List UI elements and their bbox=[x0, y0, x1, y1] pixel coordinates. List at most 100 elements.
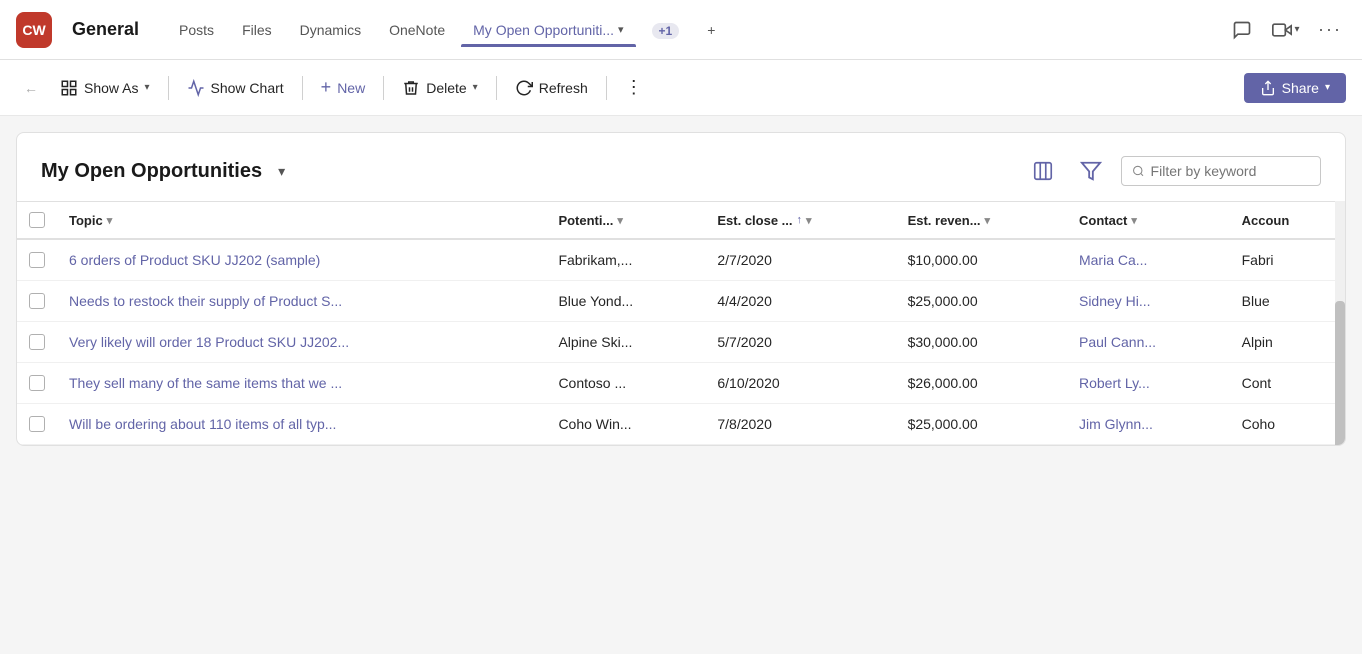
row-topic[interactable]: 6 orders of Product SKU JJ202 (sample) bbox=[57, 239, 546, 281]
view-title: My Open Opportunities bbox=[41, 160, 262, 183]
opportunities-table: Topic ▾ Potenti... ▾ bbox=[17, 201, 1345, 445]
more-toolbar-icon: ⋮ bbox=[625, 77, 643, 98]
row-topic[interactable]: Will be ordering about 110 items of all … bbox=[57, 404, 546, 445]
col-potential-sort-icon: ▾ bbox=[617, 214, 623, 227]
show-as-caret-icon: ▾ bbox=[144, 82, 149, 93]
delete-label: Delete bbox=[426, 80, 466, 96]
share-icon bbox=[1260, 80, 1276, 96]
share-caret-icon: ▾ bbox=[1325, 82, 1330, 93]
col-est-revenue-label: Est. reven... bbox=[908, 213, 981, 228]
col-est-revenue-sort-icon: ▾ bbox=[985, 214, 991, 227]
share-label: Share bbox=[1282, 80, 1319, 96]
row-potential: Fabrikam,... bbox=[546, 239, 705, 281]
tab-dynamics[interactable]: Dynamics bbox=[288, 14, 373, 46]
chat-icon-btn[interactable] bbox=[1226, 14, 1258, 46]
row-account: Fabri bbox=[1230, 239, 1345, 281]
row-checkbox-cell bbox=[17, 404, 57, 445]
video-icon bbox=[1272, 20, 1292, 40]
filter-input-wrapper[interactable] bbox=[1121, 156, 1321, 186]
col-contact-label: Contact bbox=[1079, 213, 1127, 228]
row-checkbox[interactable] bbox=[29, 334, 45, 350]
row-account: Blue bbox=[1230, 281, 1345, 322]
delete-button[interactable]: Delete ▾ bbox=[392, 73, 488, 103]
row-checkbox[interactable] bbox=[29, 375, 45, 391]
col-header-est-close[interactable]: Est. close ... ↑ ▾ bbox=[705, 202, 895, 240]
delete-caret-icon: ▾ bbox=[473, 82, 478, 93]
row-est-revenue: $10,000.00 bbox=[896, 239, 1067, 281]
new-button[interactable]: + New bbox=[311, 71, 376, 104]
row-potential: Coho Win... bbox=[546, 404, 705, 445]
more-icon: ··· bbox=[1318, 19, 1342, 40]
toolbar: ← Show As ▾ Show Chart + New Delete ▾ bbox=[0, 60, 1362, 116]
col-header-account[interactable]: Accoun bbox=[1230, 202, 1345, 240]
col-header-topic[interactable]: Topic ▾ bbox=[57, 202, 546, 240]
tab-opportunities[interactable]: My Open Opportuniti... ▾ bbox=[461, 14, 635, 46]
row-checkbox[interactable] bbox=[29, 293, 45, 309]
new-label: New bbox=[337, 80, 365, 96]
columns-icon-btn[interactable] bbox=[1025, 153, 1061, 189]
tab-onenote[interactable]: OneNote bbox=[377, 14, 457, 46]
video-icon-btn[interactable]: ▾ bbox=[1270, 14, 1302, 46]
row-est-close: 4/4/2020 bbox=[705, 281, 895, 322]
col-header-est-revenue[interactable]: Est. reven... ▾ bbox=[896, 202, 1067, 240]
card-header: My Open Opportunities ▾ bbox=[17, 133, 1345, 201]
tab-add-button[interactable]: + bbox=[695, 14, 727, 46]
row-contact[interactable]: Sidney Hi... bbox=[1067, 281, 1230, 322]
share-button[interactable]: Share ▾ bbox=[1244, 73, 1346, 103]
toolbar-separator-1 bbox=[168, 76, 169, 100]
row-contact[interactable]: Maria Ca... bbox=[1067, 239, 1230, 281]
row-checkbox[interactable] bbox=[29, 252, 45, 268]
table-row: Very likely will order 18 Product SKU JJ… bbox=[17, 322, 1345, 363]
search-icon bbox=[1132, 164, 1145, 178]
columns-icon bbox=[1032, 160, 1054, 182]
table-row: They sell many of the same items that we… bbox=[17, 363, 1345, 404]
row-contact[interactable]: Paul Cann... bbox=[1067, 322, 1230, 363]
tab-opportunities-label: My Open Opportuniti... bbox=[473, 22, 614, 38]
tab-plus-badge[interactable]: +1 bbox=[640, 14, 692, 46]
row-topic[interactable]: They sell many of the same items that we… bbox=[57, 363, 546, 404]
main-content: My Open Opportunities ▾ bbox=[0, 116, 1362, 462]
back-button[interactable]: ← bbox=[16, 74, 46, 102]
scroll-track bbox=[1335, 201, 1345, 445]
filter-keyword-input[interactable] bbox=[1151, 163, 1310, 179]
header-checkbox-cell bbox=[17, 202, 57, 240]
show-as-button[interactable]: Show As ▾ bbox=[50, 73, 160, 103]
col-topic-label: Topic bbox=[69, 213, 103, 228]
col-account-label: Accoun bbox=[1242, 213, 1290, 228]
select-all-checkbox[interactable] bbox=[29, 212, 45, 228]
tab-posts[interactable]: Posts bbox=[167, 14, 226, 46]
row-est-revenue: $25,000.00 bbox=[896, 404, 1067, 445]
row-potential: Alpine Ski... bbox=[546, 322, 705, 363]
view-title-caret-icon[interactable]: ▾ bbox=[278, 163, 285, 180]
col-est-close-sort-icon: ↑ bbox=[797, 214, 803, 226]
show-chart-button[interactable]: Show Chart bbox=[177, 73, 294, 103]
row-checkbox-cell bbox=[17, 363, 57, 404]
filter-icon bbox=[1080, 160, 1102, 182]
more-options-icon-btn[interactable]: ··· bbox=[1314, 14, 1346, 46]
table-header-row: Topic ▾ Potenti... ▾ bbox=[17, 202, 1345, 240]
col-header-contact[interactable]: Contact ▾ bbox=[1067, 202, 1230, 240]
video-chevron-icon: ▾ bbox=[1294, 24, 1299, 35]
scroll-thumb[interactable] bbox=[1335, 301, 1345, 445]
row-contact[interactable]: Robert Ly... bbox=[1067, 363, 1230, 404]
toolbar-separator-5 bbox=[606, 76, 607, 100]
row-topic[interactable]: Needs to restock their supply of Product… bbox=[57, 281, 546, 322]
row-topic[interactable]: Very likely will order 18 Product SKU JJ… bbox=[57, 322, 546, 363]
col-potential-label: Potenti... bbox=[558, 213, 613, 228]
tab-files[interactable]: Files bbox=[230, 14, 284, 46]
row-est-close: 5/7/2020 bbox=[705, 322, 895, 363]
row-checkbox-cell bbox=[17, 239, 57, 281]
row-checkbox-cell bbox=[17, 281, 57, 322]
table-row: Will be ordering about 110 items of all … bbox=[17, 404, 1345, 445]
toolbar-separator-2 bbox=[302, 76, 303, 100]
row-contact[interactable]: Jim Glynn... bbox=[1067, 404, 1230, 445]
badge-count: +1 bbox=[652, 23, 680, 39]
more-toolbar-button[interactable]: ⋮ bbox=[615, 71, 653, 104]
col-header-potential[interactable]: Potenti... ▾ bbox=[546, 202, 705, 240]
row-est-revenue: $30,000.00 bbox=[896, 322, 1067, 363]
chat-icon bbox=[1232, 20, 1252, 40]
show-as-label: Show As bbox=[84, 80, 138, 96]
row-checkbox[interactable] bbox=[29, 416, 45, 432]
filter-icon-btn[interactable] bbox=[1073, 153, 1109, 189]
refresh-button[interactable]: Refresh bbox=[505, 73, 598, 103]
